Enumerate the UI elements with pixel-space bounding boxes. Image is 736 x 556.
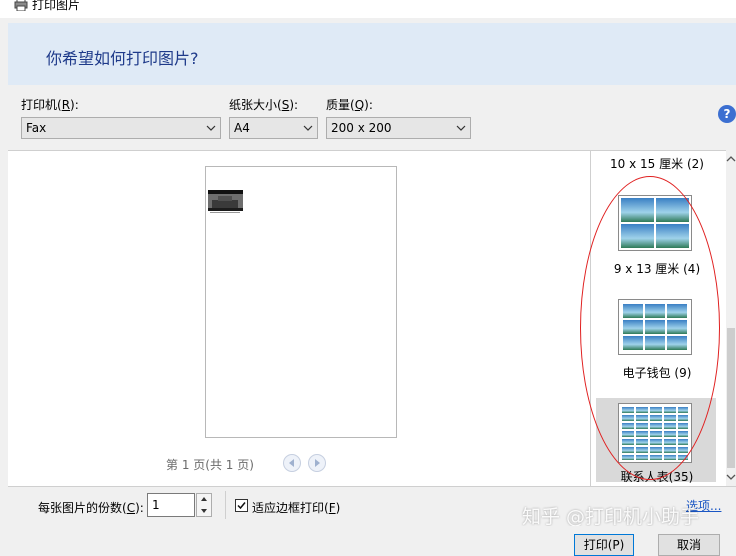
layout-thumb-wallet[interactable] xyxy=(618,299,692,355)
watermark: 知乎 @打印机小助手 xyxy=(522,506,700,528)
quality-label: 质量(Q): xyxy=(326,98,373,112)
copies-spinner[interactable] xyxy=(196,493,212,517)
chevron-down-icon xyxy=(206,125,216,131)
layout-grid-2x2-icon xyxy=(621,198,689,248)
paper-size-value: A4 xyxy=(234,121,250,135)
cancel-button[interactable]: 取消 xyxy=(658,534,720,556)
printer-icon xyxy=(14,0,28,11)
checkmark-icon xyxy=(237,502,246,510)
layout-grid-5x7-icon xyxy=(622,407,688,460)
layout-grid-3x3-icon xyxy=(623,304,687,350)
copies-input[interactable]: 1 xyxy=(147,493,195,517)
printer-value: Fax xyxy=(26,121,47,135)
spin-down-icon[interactable] xyxy=(197,505,211,516)
spin-up-icon[interactable] xyxy=(197,494,211,505)
layout-item-10x15[interactable]: 10 x 15 厘米 (2) xyxy=(592,155,722,172)
arrow-right-icon xyxy=(315,459,320,467)
header-banner: 你希望如何打印图片? xyxy=(8,23,736,85)
paper-size-label: 纸张大小(S): xyxy=(229,98,299,112)
quality-select[interactable]: 200 x 200 xyxy=(326,117,471,139)
layout-item-9x13[interactable]: 9 x 13 厘米 (4) xyxy=(592,260,722,277)
arrow-left-icon xyxy=(289,459,294,467)
footer-divider xyxy=(225,491,226,519)
title-bar: 打印图片 xyxy=(0,0,736,18)
scroll-up-icon[interactable] xyxy=(726,154,736,164)
quality-value: 200 x 200 xyxy=(331,121,392,135)
layout-thumb-contact-sheet[interactable] xyxy=(618,403,692,463)
chevron-down-icon xyxy=(303,125,313,131)
print-button[interactable]: 打印(P) xyxy=(574,534,634,556)
page-info: 第 1 页(共 1 页) xyxy=(166,458,254,472)
printer-label: 打印机(R): xyxy=(21,98,79,112)
printer-select[interactable]: Fax xyxy=(21,117,221,139)
fit-frame-label[interactable]: 适应边框打印(F) xyxy=(252,499,340,516)
layout-scrollbar[interactable] xyxy=(726,150,736,486)
fit-frame-checkbox[interactable] xyxy=(235,499,248,512)
layout-item-contact-sheet[interactable]: 联系人表(35) xyxy=(592,468,722,485)
help-icon[interactable]: ? xyxy=(718,105,736,123)
copies-label: 每张图片的份数(C): xyxy=(38,501,144,515)
page-title: 你希望如何打印图片? xyxy=(46,49,199,68)
photo-thumbnail xyxy=(208,190,243,213)
scrollbar-thumb[interactable] xyxy=(727,328,735,468)
prev-page-button[interactable] xyxy=(283,454,301,472)
chevron-down-icon xyxy=(456,125,466,131)
next-page-button[interactable] xyxy=(308,454,326,472)
window-title: 打印图片 xyxy=(32,0,81,12)
scroll-down-icon[interactable] xyxy=(726,472,736,482)
paper-size-select[interactable]: A4 xyxy=(229,117,318,139)
layout-item-wallet[interactable]: 电子钱包 (9) xyxy=(592,364,722,381)
layout-thumb-9x13[interactable] xyxy=(618,195,692,251)
